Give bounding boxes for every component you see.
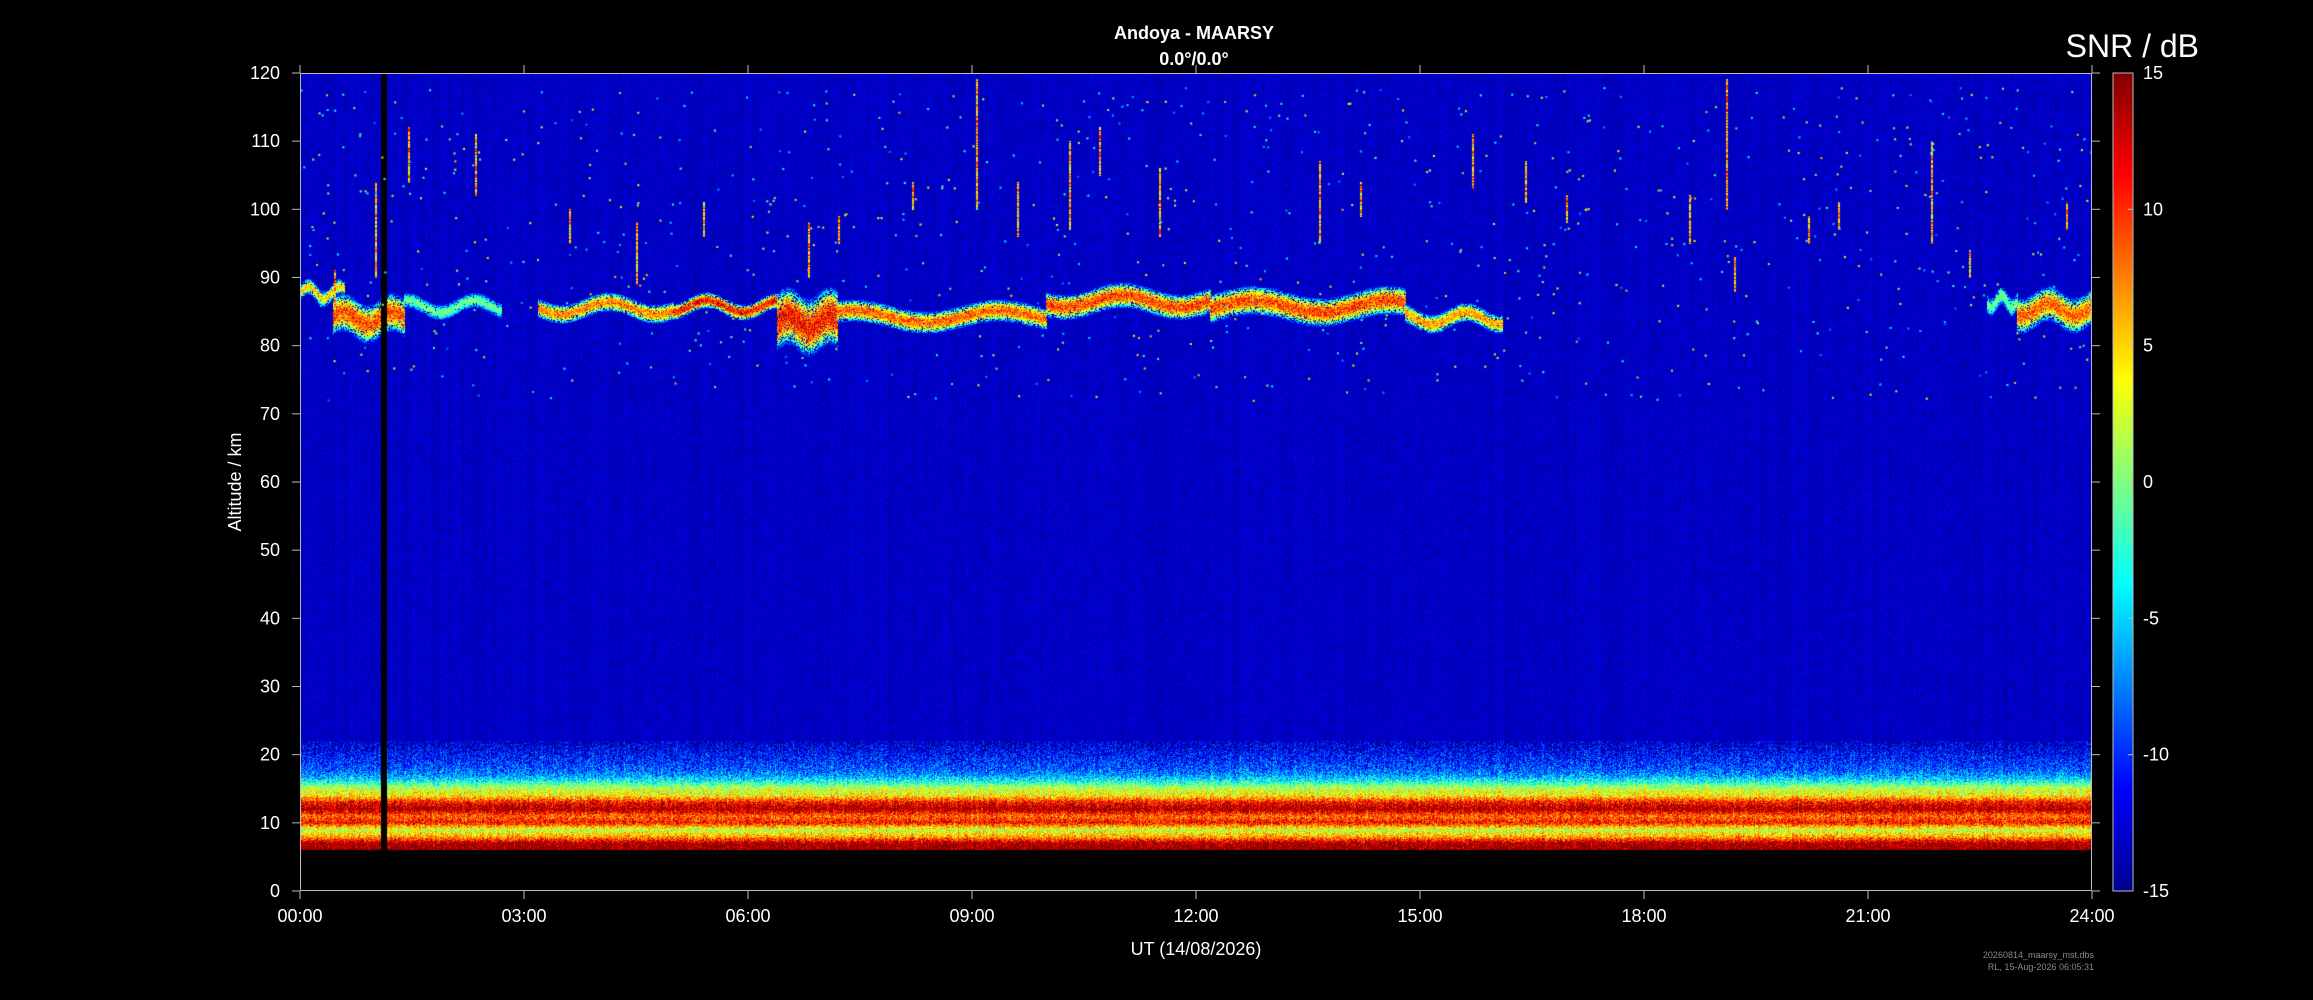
colorbar-axis: 15 10 5 0 -5 -10 -15 bbox=[2128, 63, 2169, 901]
x-tick-label: 00:00 bbox=[277, 906, 322, 926]
x-axis: 00:00 03:00 06:00 09:00 12:00 15:00 18:00 21:00… bbox=[277, 65, 2115, 926]
y-axis: 0 10 20 30 40 50 60 70 80 90 100 110 120 bbox=[250, 63, 2100, 901]
y-tick-label: 80 bbox=[260, 336, 280, 356]
colorbar-tick-label: 0 bbox=[2143, 472, 2153, 492]
footer-stamp: RL, 15-Aug-2026 06:05:31 bbox=[1987, 962, 2094, 972]
y-tick-label: 100 bbox=[250, 199, 280, 219]
colorbar-title: SNR / dB bbox=[2065, 28, 2199, 64]
file-footer: 20260814_maarsy_mst.dbs RL, 15-Aug-2026 … bbox=[1983, 949, 2094, 973]
x-tick-label: 18:00 bbox=[1621, 906, 1666, 926]
colorbar-tick-label: -15 bbox=[2143, 881, 2169, 901]
x-tick-label: 24:00 bbox=[2069, 906, 2114, 926]
y-axis-label: Altitude / km bbox=[225, 432, 245, 531]
x-tick-label: 15:00 bbox=[1397, 906, 1442, 926]
footer-file-name: 20260814_maarsy_mst.dbs bbox=[1982, 950, 2094, 960]
colorbar-tick-label: 5 bbox=[2143, 336, 2153, 356]
y-tick-label: 20 bbox=[260, 745, 280, 765]
x-tick-label: 09:00 bbox=[949, 906, 994, 926]
x-tick-label: 12:00 bbox=[1173, 906, 1218, 926]
y-tick-label: 90 bbox=[260, 268, 280, 288]
y-tick-label: 70 bbox=[260, 404, 280, 424]
x-tick-label: 06:00 bbox=[725, 906, 770, 926]
chart-axes: 00:00 03:00 06:00 09:00 12:00 15:00 18:00 21:00… bbox=[225, 63, 2169, 959]
x-tick-label: 21:00 bbox=[1845, 906, 1890, 926]
y-tick-label: 10 bbox=[260, 813, 280, 833]
y-tick-label: 40 bbox=[260, 608, 280, 628]
colorbar-tick-label: 15 bbox=[2143, 63, 2163, 83]
y-tick-label: 120 bbox=[250, 63, 280, 83]
x-tick-label: 03:00 bbox=[501, 906, 546, 926]
y-tick-label: 30 bbox=[260, 677, 280, 697]
colorbar-tick-label: -10 bbox=[2143, 745, 2169, 765]
colorbar-tick-label: 10 bbox=[2143, 199, 2163, 219]
y-tick-label: 110 bbox=[251, 131, 280, 151]
colorbar-tick-label: -5 bbox=[2143, 608, 2159, 628]
y-tick-label: 0 bbox=[270, 881, 280, 901]
y-tick-label: 60 bbox=[260, 472, 280, 492]
x-axis-label: UT (14/08/2026) bbox=[1131, 939, 1262, 959]
y-tick-label: 50 bbox=[260, 540, 280, 560]
